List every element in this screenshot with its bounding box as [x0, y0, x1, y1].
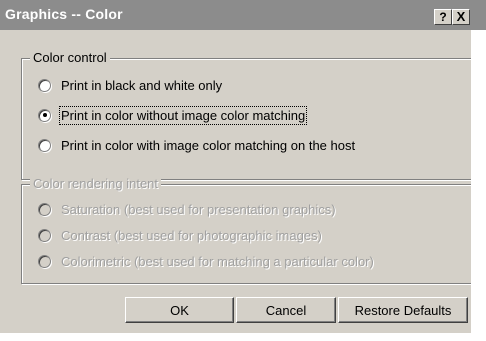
dialog-title: Graphics -- Color [5, 6, 123, 22]
bottom-edge [0, 333, 486, 341]
title-bar: Graphics -- Color ? X [0, 0, 486, 30]
radio-contrast: Contrast (best used for photographic ima… [38, 225, 322, 245]
radio-black-white[interactable]: Print in black and white only [38, 75, 222, 95]
close-icon[interactable]: X [452, 9, 470, 25]
radio-colorimetric-label: Colorimetric (best used for matching a p… [61, 253, 374, 269]
radio-button-icon[interactable] [38, 138, 51, 152]
radio-color-no-matching[interactable]: Print in color without image color match… [38, 105, 308, 125]
radio-contrast-label: Contrast (best used for photographic ima… [61, 227, 322, 243]
restore-defaults-button[interactable]: Restore Defaults [338, 297, 468, 323]
radio-button-icon [38, 202, 51, 216]
radio-black-white-label: Print in black and white only [61, 77, 223, 93]
color-control-group: Color control Print in black and white o… [21, 50, 474, 180]
radio-color-host-matching-label: Print in color with image color matching… [61, 137, 356, 153]
color-dialog: Graphics -- Color ? X Color control Prin… [0, 0, 486, 341]
radio-button-icon [38, 228, 51, 242]
radio-colorimetric: Colorimetric (best used for matching a p… [38, 251, 374, 271]
radio-saturation: Saturation (best used for presentation g… [38, 199, 336, 219]
cancel-button[interactable]: Cancel [236, 297, 336, 323]
color-control-label: Color control [30, 50, 110, 65]
right-edge [471, 30, 486, 341]
rendering-intent-group: Color rendering intent Saturation (best … [21, 176, 474, 284]
ok-button[interactable]: OK [125, 297, 234, 323]
rendering-intent-label: Color rendering intent [30, 176, 162, 191]
radio-button-checked-icon[interactable] [38, 108, 51, 122]
radio-button-icon [38, 254, 51, 268]
help-icon[interactable]: ? [434, 9, 452, 25]
radio-button-icon[interactable] [38, 78, 51, 92]
radio-color-no-matching-label: Print in color without image color match… [58, 105, 308, 125]
radio-color-host-matching[interactable]: Print in color with image color matching… [38, 135, 355, 155]
radio-saturation-label: Saturation (best used for presentation g… [61, 201, 336, 217]
